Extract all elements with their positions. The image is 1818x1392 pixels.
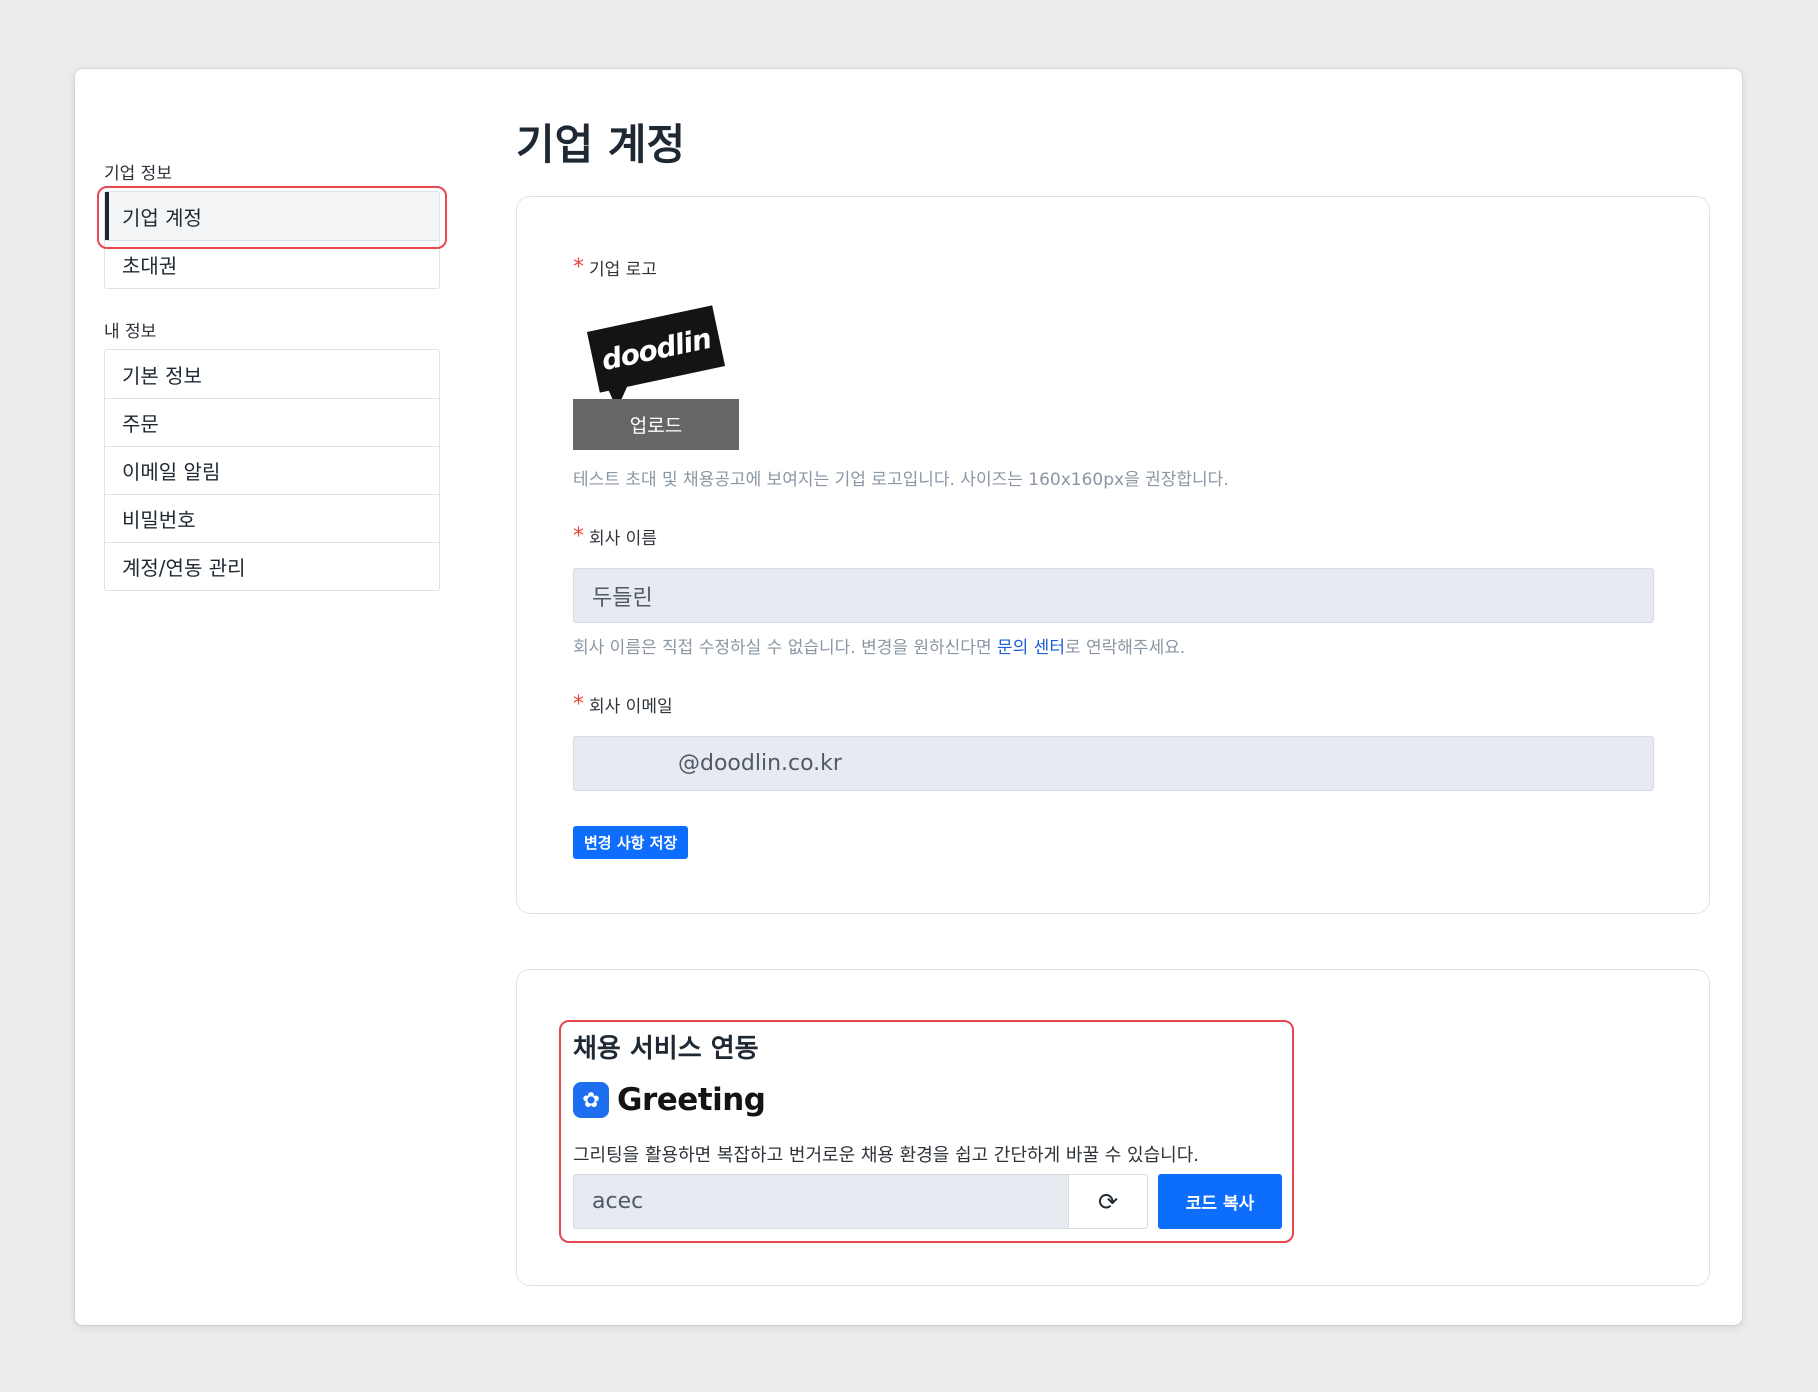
sidebar-item-label: 기업 계정	[122, 205, 202, 230]
company-name-help: 회사 이름은 직접 수정하실 수 없습니다. 변경을 원하신다면 문의 센터로 …	[573, 633, 1185, 658]
integration-code-field[interactable]: acec	[573, 1174, 1068, 1229]
nav-list-my-info: 기본 정보 주문 이메일 알림 비밀번호 계정/연동 관리	[104, 349, 440, 591]
company-email-field[interactable]: @doodlin.co.kr	[573, 736, 1654, 791]
logo-help-text: 테스트 초대 및 채용공고에 보여지는 기업 로고입니다. 사이즈는 160x1…	[573, 470, 1229, 490]
nav-group-title-my-info: 내 정보	[104, 322, 157, 342]
company-name-field-label: * 회사 이름	[573, 524, 657, 549]
sidebar-item-basic-info[interactable]: 기본 정보	[105, 350, 439, 398]
company-name-label-text: 회사 이름	[589, 529, 657, 549]
sidebar-item-orders[interactable]: 주문	[105, 398, 439, 446]
logo-field-label: * 기업 로고	[573, 255, 657, 280]
integration-description: 그리팅을 활용하면 복잡하고 번거로운 채용 환경을 쉽고 간단하게 바꿀 수 …	[573, 1145, 1199, 1166]
company-name-field[interactable]: 두들린	[573, 568, 1654, 623]
logo-badge: doodlin	[586, 305, 726, 393]
page-title: 기업 계정	[516, 120, 686, 169]
sidebar-item-invitations[interactable]: 초대권	[105, 240, 439, 288]
logo-label-text: 기업 로고	[589, 260, 657, 280]
sidebar-item-password[interactable]: 비밀번호	[105, 494, 439, 542]
sidebar-item-email-alerts[interactable]: 이메일 알림	[105, 446, 439, 494]
sidebar-item-company-account[interactable]: 기업 계정	[105, 192, 439, 240]
sidebar-item-label: 초대권	[122, 254, 178, 278]
greeting-service-name: Greeting	[617, 1082, 766, 1118]
greeting-brand: ✿ Greeting	[573, 1082, 766, 1118]
company-name-help-suffix: 로 연락해주세요.	[1064, 638, 1186, 658]
logo-text: doodlin	[598, 321, 714, 377]
integration-title: 채용 서비스 연동	[573, 1034, 759, 1064]
nav-list-company: 기업 계정 초대권	[104, 191, 440, 289]
support-center-link[interactable]: 문의 센터	[997, 638, 1065, 658]
sidebar-item-label: 계정/연동 관리	[122, 556, 246, 580]
required-asterisk: *	[573, 523, 584, 549]
required-asterisk: *	[573, 254, 584, 280]
sidebar-item-label: 주문	[122, 412, 159, 436]
sidebar-item-account-integrations[interactable]: 계정/연동 관리	[105, 542, 439, 590]
sidebar: 기업 정보 기업 계정 초대권 내 정보 기본 정보 주문 이메일 알림 비밀번…	[104, 159, 440, 619]
integration-card: 채용 서비스 연동 ✿ Greeting 그리팅을 활용하면 복잡하고 번거로운…	[516, 969, 1710, 1286]
company-name-help-prefix: 회사 이름은 직접 수정하실 수 없습니다. 변경을 원하신다면	[573, 638, 997, 658]
sidebar-item-label: 기본 정보	[122, 363, 202, 388]
save-changes-button[interactable]: 변경 사항 저장	[573, 826, 689, 859]
company-account-card: * 기업 로고 doodlin 업로드 테스트 초대 및 채용공고에 보여지는 …	[516, 196, 1710, 914]
sidebar-item-label: 이메일 알림	[122, 460, 221, 484]
copy-code-button[interactable]: 코드 복사	[1158, 1174, 1282, 1229]
company-email-field-label: * 회사 이메일	[573, 692, 673, 717]
required-asterisk: *	[573, 691, 584, 717]
company-email-label-text: 회사 이메일	[589, 697, 673, 717]
sidebar-item-label: 비밀번호	[122, 508, 196, 532]
refresh-code-button[interactable]: ⟳	[1068, 1174, 1148, 1229]
nav-group-title-company: 기업 정보	[104, 164, 172, 184]
refresh-icon: ⟳	[1097, 1187, 1119, 1216]
integration-code-row: acec ⟳ 코드 복사	[573, 1174, 1282, 1229]
greeting-logo-icon: ✿	[573, 1082, 609, 1118]
upload-button[interactable]: 업로드	[573, 399, 739, 450]
company-logo: doodlin 업로드	[573, 305, 739, 450]
app-window: 기업 정보 기업 계정 초대권 내 정보 기본 정보 주문 이메일 알림 비밀번…	[75, 69, 1742, 1325]
